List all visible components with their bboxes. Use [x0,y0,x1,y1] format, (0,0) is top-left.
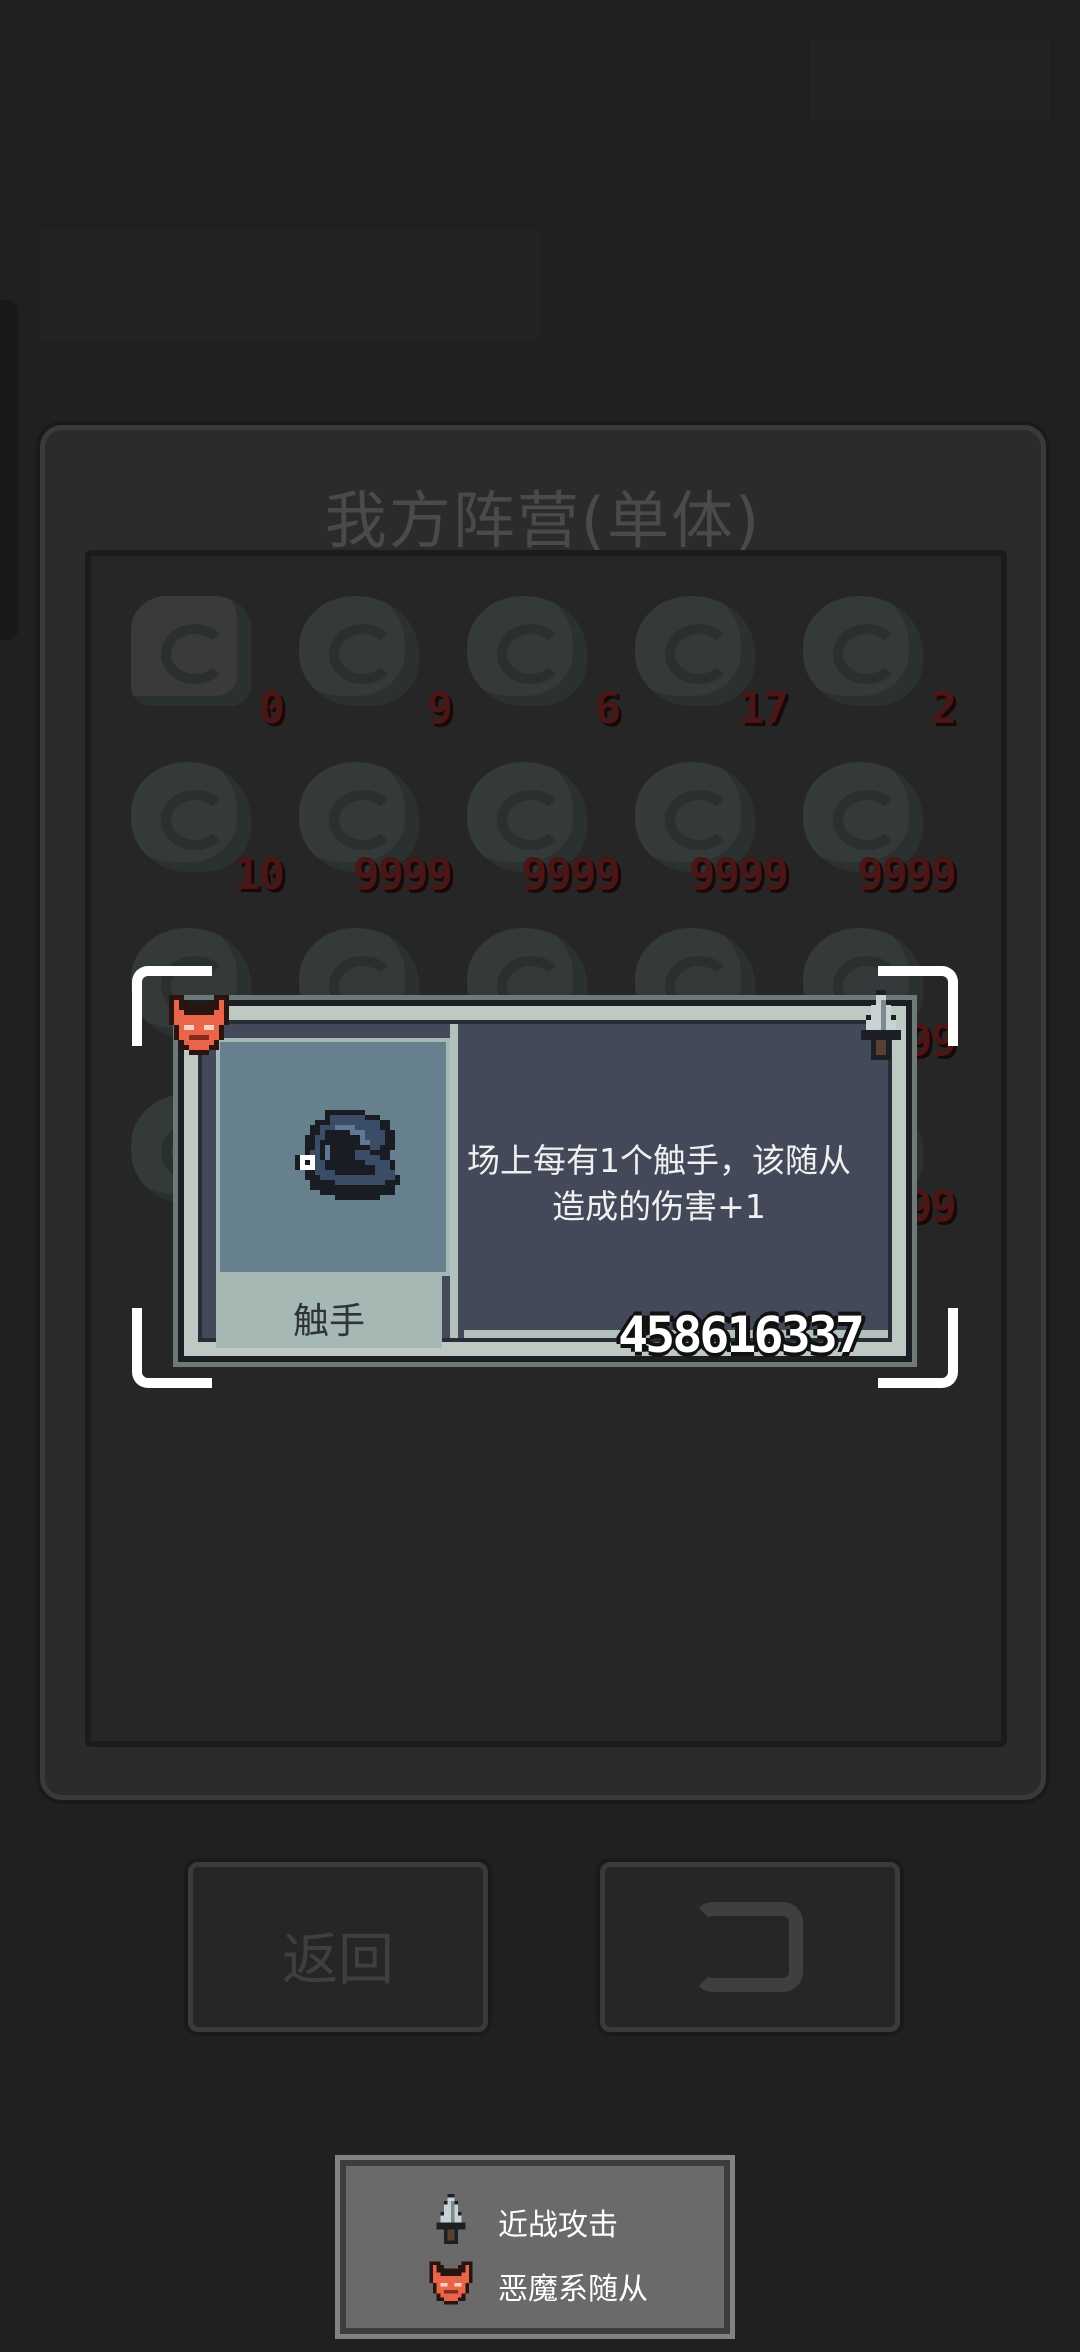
unit-count: 9999 [521,849,621,900]
sword-icon [861,990,901,1060]
card-body: 触手 场上每有1个触手，该随从造成的伤害+1 [198,1020,892,1348]
dust-unit-icon [467,596,587,706]
top-right-shadow [810,40,1050,120]
demon-icon [429,2261,473,2305]
back-button-label: 返回 [282,1928,394,1993]
unit-name: 触手 [292,1301,365,1342]
icon-legend: 近战攻击 恶魔系随从 [340,2160,730,2334]
legend-label-melee: 近战攻击 [498,2208,618,2243]
unit-count: 6 [594,683,621,734]
back-button[interactable]: 返回 [188,1862,488,2032]
unit-count: 0 [258,683,285,734]
legend-label-demon: 恶魔系随从 [498,2272,648,2307]
tentacle-icon [295,1110,400,1200]
unit-cell[interactable]: 9 [287,586,457,736]
dust-unit-icon [635,596,755,706]
unit-count: 9999 [857,849,957,900]
unit-cell[interactable]: 9999 [623,752,793,902]
ghost-unit-icon [131,596,251,706]
unit-cell[interactable]: 6 [455,586,625,736]
unit-count: 9999 [353,849,453,900]
unit-portrait [216,1038,450,1276]
dust-unit-icon [803,596,923,706]
unit-description: 场上每有1个触手，该随从造成的伤害+1 [467,1141,851,1226]
unit-cell[interactable]: 0 [119,586,289,736]
unit-cell[interactable]: 9999 [791,752,961,902]
dust-unit-icon [299,596,419,706]
demon-icon [169,995,229,1055]
sword-icon [436,2194,466,2244]
unit-cell[interactable]: 9999 [455,752,625,902]
refresh-icon [693,1902,803,1992]
unit-count: 2 [930,683,957,734]
unit-cell[interactable]: 10 [119,752,289,902]
unit-cell[interactable]: 17 [623,586,793,736]
unit-count: 9 [426,683,453,734]
panel-title: 我方阵营(单体) [324,484,762,557]
name-strip: 触手 [216,1276,442,1348]
header-shadow [40,230,540,340]
side-drawer-tab[interactable] [0,300,18,640]
unit-damage-number: 458616337 [618,1306,865,1364]
unit-count: 17 [738,683,789,734]
card-divider [450,1024,458,1338]
dust-unit-icon [131,762,251,872]
unit-count: 10 [234,849,285,900]
unit-count: 9999 [689,849,789,900]
unit-cell[interactable]: 2 [791,586,961,736]
refresh-button[interactable] [600,1862,900,2032]
unit-cell[interactable]: 9999 [287,752,457,902]
